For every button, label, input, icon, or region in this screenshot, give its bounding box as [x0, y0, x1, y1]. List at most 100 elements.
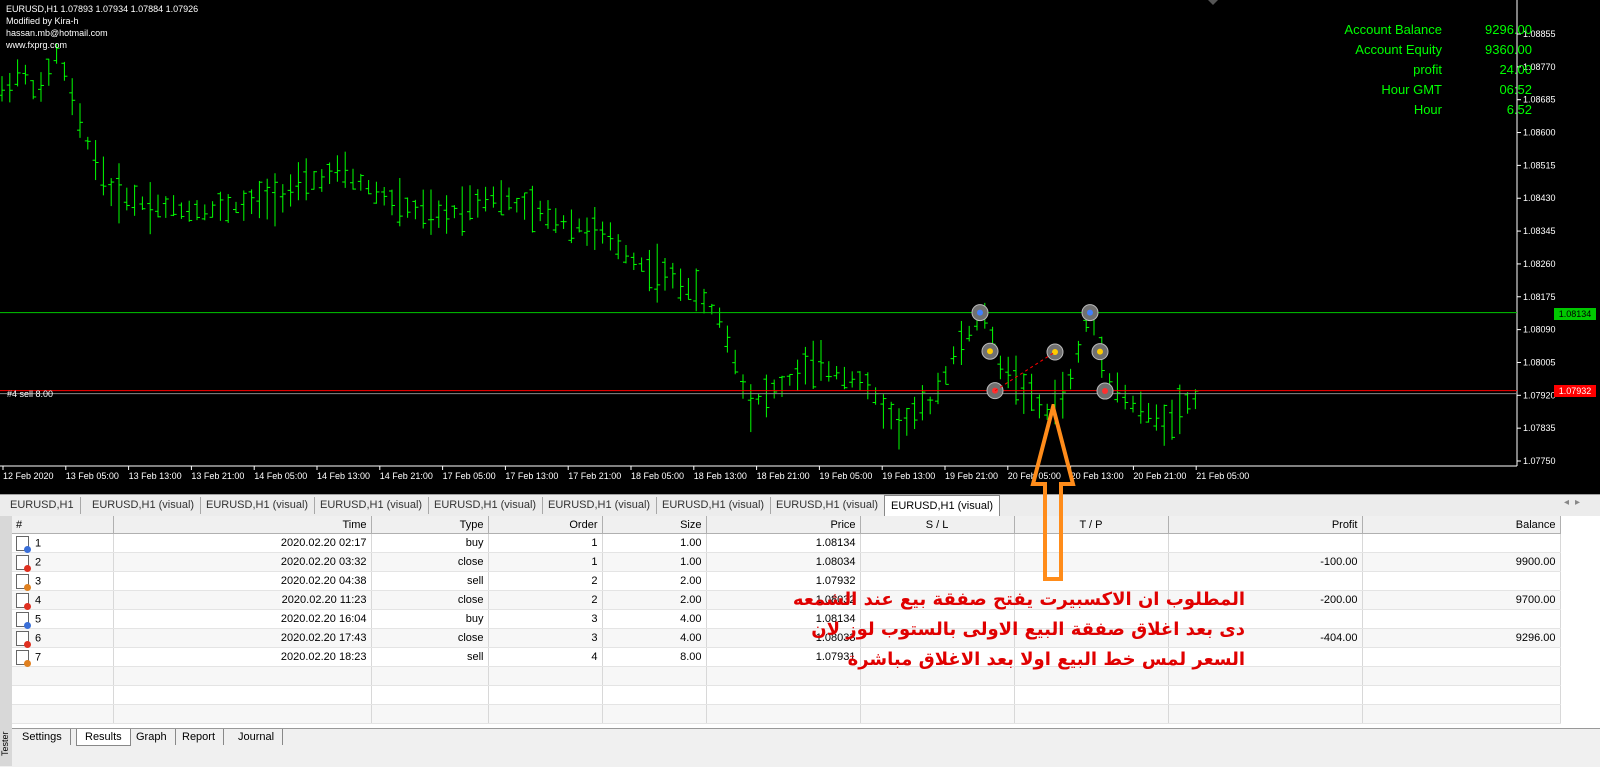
price-tick-label: 1.08090 [1523, 325, 1556, 335]
tester-tab-results[interactable]: Results [76, 729, 131, 746]
cell-order: 2 [488, 571, 603, 591]
time-tick-label: 13 Feb 05:00 [66, 471, 119, 481]
tester-tab-graph[interactable]: Graph [128, 729, 176, 745]
cell-balance [1362, 533, 1561, 553]
close-deal-icon [16, 554, 31, 572]
chart-tab[interactable]: EURUSD,H1 (visual) [770, 497, 886, 514]
column-header[interactable]: Balance [1362, 516, 1561, 534]
account-row: profit 24.00 [1344, 60, 1532, 80]
account-row: Hour GMT 06:52 [1344, 80, 1532, 100]
account-row: Hour 6.52 [1344, 100, 1532, 120]
sell-marker-dot [1102, 388, 1108, 395]
chart-tab[interactable]: EURUSD,H1 (visual) [86, 497, 202, 514]
cell-profit [1168, 533, 1363, 553]
trade-connector-line [994, 351, 1056, 392]
account-panel: Account Balance 9296.00 Account Equity 936… [1344, 20, 1532, 120]
empty-row [12, 685, 1561, 705]
time-tick-label: 17 Feb 05:00 [443, 471, 496, 481]
buy-deal-icon [16, 535, 31, 553]
cell-balance [1362, 571, 1561, 591]
chart-tab[interactable]: EURUSD,H1 (visual) [542, 497, 658, 514]
account-row: Account Balance 9296.00 [1344, 20, 1532, 40]
chart-tab[interactable]: EURUSD,H1 (visual) [656, 497, 772, 514]
tester-tab-journal[interactable]: Journal [230, 729, 284, 745]
account-row: Account Equity 9360.00 [1344, 40, 1532, 60]
chart-tab[interactable]: EURUSD,H1 [4, 497, 81, 514]
row-number: 2 [35, 555, 42, 568]
tester-tab-settings[interactable]: Settings [14, 729, 71, 745]
column-header[interactable]: Size [602, 516, 707, 534]
row-number-cell: 7 [12, 647, 114, 667]
cell-balance [1362, 609, 1561, 629]
tab-scroll-arrows[interactable]: ◂▸ [1564, 497, 1586, 508]
time-tick-label: 17 Feb 21:00 [568, 471, 621, 481]
buy-marker-dot [1087, 309, 1093, 316]
cell-price: 1.08034 [706, 552, 861, 572]
cell-type: close [371, 552, 489, 572]
cell-size: 1.00 [602, 552, 707, 572]
time-tick-label: 14 Feb 05:00 [254, 471, 307, 481]
time-tick-label: 18 Feb 21:00 [757, 471, 810, 481]
price-tick-label: 1.08260 [1523, 259, 1556, 269]
orange-arrow-annotation [1030, 404, 1076, 581]
cell-order: 3 [488, 609, 603, 629]
row-number-cell: 6 [12, 628, 114, 648]
buy-deal-icon [16, 611, 31, 629]
arrow-shape [1030, 404, 1076, 581]
column-header[interactable]: # [12, 516, 114, 534]
time-tick-label: 21 Feb 05:00 [1196, 471, 1249, 481]
column-header[interactable]: Price [706, 516, 861, 534]
cell-size: 1.00 [602, 533, 707, 553]
row-number: 3 [35, 574, 42, 587]
buy-price-tag: 1.08134 [1554, 308, 1596, 320]
chart-tab[interactable]: EURUSD,H1 (visual) [314, 497, 430, 514]
chart-tab[interactable]: EURUSD,H1 (visual) [428, 497, 544, 514]
chart-info: EURUSD,H1 1.07893 1.07934 1.07884 1.0792… [6, 3, 198, 51]
table-row[interactable]: 1 2020.02.20 02:17 buy 1 1.00 1.08134 [12, 533, 1561, 553]
arabic-annotation: المطلوب ان الاكسبيرت يفتح صفقة بيع عند ا… [780, 585, 1245, 675]
column-header[interactable]: Profit [1168, 516, 1363, 534]
price-tick-label: 1.08345 [1523, 226, 1556, 236]
time-tick-label: 13 Feb 21:00 [191, 471, 244, 481]
account-value: 24.00 [1499, 62, 1532, 77]
account-label: Hour GMT [1381, 82, 1442, 97]
tester-tab-report[interactable]: Report [174, 729, 225, 745]
column-header[interactable]: Time [113, 516, 372, 534]
table-row[interactable]: 2 2020.02.20 03:32 close 1 1.00 1.08034 -100.0… [12, 552, 1561, 572]
price-chart[interactable]: 1.08855 1.08770 1.08685 1.08600 1.08515 1.084… [0, 0, 1600, 494]
cell-size: 2.00 [602, 590, 707, 610]
cell-type: sell [371, 647, 489, 667]
cell-order: 1 [488, 533, 603, 553]
chart-tab[interactable]: EURUSD,H1 (visual) [200, 497, 316, 514]
row-number: 1 [35, 536, 42, 549]
cell-time: 2020.02.20 16:04 [113, 609, 372, 629]
cell-time: 2020.02.20 11:23 [113, 590, 372, 610]
column-header[interactable]: S / L [860, 516, 1015, 534]
chart-tab[interactable]: EURUSD,H1 (visual) [884, 495, 1001, 516]
cell-time: 2020.02.20 04:38 [113, 571, 372, 591]
cell-time: 2020.02.20 03:32 [113, 552, 372, 572]
cell-sl [860, 552, 1015, 572]
column-header[interactable]: Order [488, 516, 603, 534]
column-header[interactable]: Type [371, 516, 489, 534]
cell-profit: -100.00 [1168, 552, 1363, 572]
time-tick-label: 19 Feb 21:00 [945, 471, 998, 481]
sell-price-tag: 1.07932 [1554, 385, 1596, 397]
price-tick-label: 1.07750 [1523, 456, 1556, 466]
account-label: Account Balance [1344, 22, 1442, 37]
account-value: 9360.00 [1485, 42, 1532, 57]
account-label: Account Equity [1355, 42, 1442, 57]
info-line: www.fxprg.com [6, 40, 68, 50]
price-tick-label: 1.08005 [1523, 357, 1556, 367]
account-value: 6.52 [1506, 102, 1532, 117]
symbol-quote: EURUSD,H1 1.07893 1.07934 1.07884 1.0792… [6, 4, 199, 14]
cell-order: 1 [488, 552, 603, 572]
row-number-cell: 3 [12, 571, 114, 591]
price-tick-label: 1.07920 [1523, 390, 1556, 400]
cell-order: 4 [488, 647, 603, 667]
empty-row [12, 704, 1561, 724]
row-number: 7 [35, 650, 42, 663]
close-marker-dot [987, 348, 993, 355]
cell-size: 8.00 [602, 647, 707, 667]
cell-time: 2020.02.20 17:43 [113, 628, 372, 648]
